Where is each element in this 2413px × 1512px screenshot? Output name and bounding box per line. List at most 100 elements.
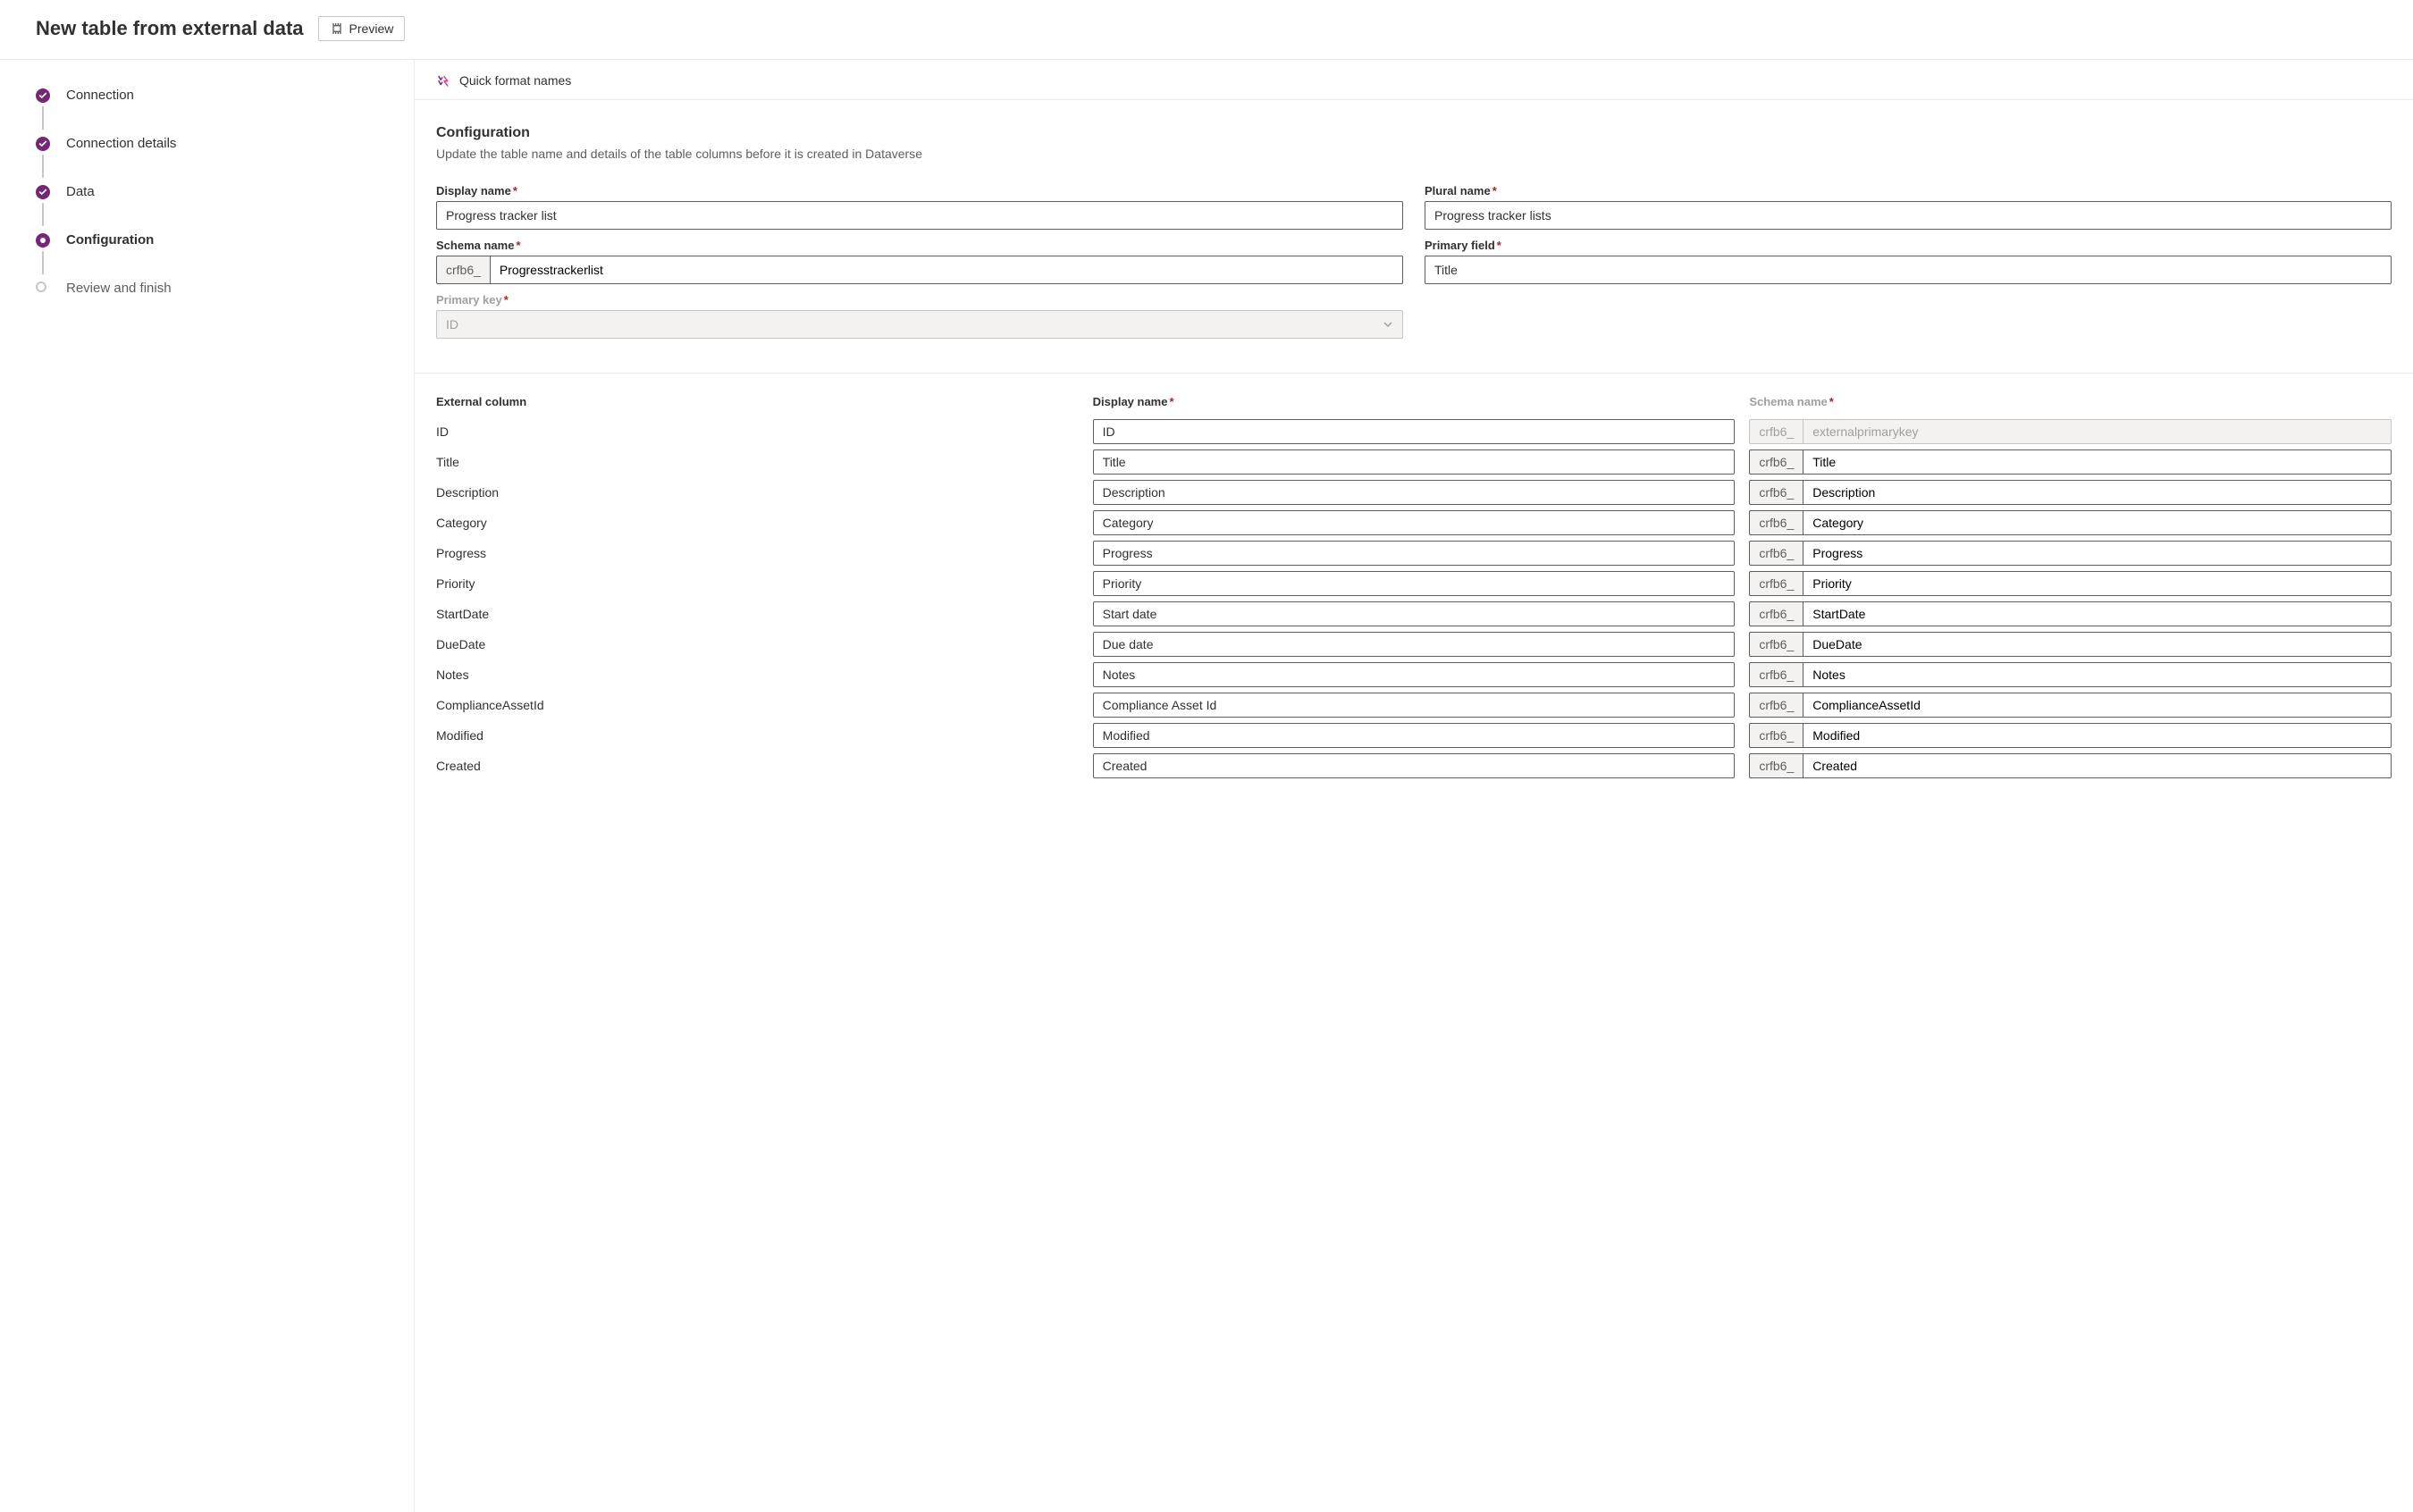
- external-column-name: DueDate: [436, 632, 1079, 657]
- preview-button[interactable]: Preview: [318, 16, 406, 41]
- column-schema-prefix: crfb6_: [1749, 753, 1803, 778]
- external-column-name: Title: [436, 449, 1079, 475]
- step-connection[interactable]: Connection: [36, 87, 414, 135]
- external-column-name: Priority: [436, 571, 1079, 596]
- column-schema-prefixed: crfb6_: [1749, 449, 2392, 475]
- column-schema-name-input[interactable]: [1803, 449, 2392, 475]
- step-check-icon: [36, 185, 50, 199]
- step-label: Review and finish: [66, 280, 172, 298]
- column-schema-name-input[interactable]: [1803, 510, 2392, 535]
- column-display-name-input[interactable]: [1093, 632, 1736, 657]
- column-schema-prefix: crfb6_: [1749, 693, 1803, 718]
- step-label: Data: [66, 183, 95, 201]
- column-schema-prefixed: crfb6_: [1749, 632, 2392, 657]
- column-schema-name-input[interactable]: [1803, 693, 2392, 718]
- schema-prefix: crfb6_: [436, 256, 490, 284]
- display-name-label: Display name*: [436, 184, 1403, 197]
- column-schema-prefix: crfb6_: [1749, 723, 1803, 748]
- column-display-name-input[interactable]: [1093, 693, 1736, 718]
- step-label: Connection: [66, 87, 134, 105]
- column-display-name-input[interactable]: [1093, 480, 1736, 505]
- quick-format-button[interactable]: Quick format names: [436, 72, 571, 88]
- column-display-name-input[interactable]: [1093, 510, 1736, 535]
- column-schema-prefixed: crfb6_: [1749, 571, 2392, 596]
- content-panel: Quick format names Configuration Update …: [415, 60, 2413, 1512]
- step-label: Connection details: [66, 135, 176, 153]
- columns-section: External column Display name* Schema nam…: [415, 374, 2413, 814]
- plural-name-input[interactable]: [1425, 201, 2392, 230]
- column-schema-name-input[interactable]: [1803, 601, 2392, 626]
- primary-field-label: Primary field*: [1425, 239, 2392, 252]
- external-column-name: Category: [436, 510, 1079, 535]
- configuration-subtitle: Update the table name and details of the…: [436, 147, 2392, 161]
- column-display-name-input[interactable]: [1093, 723, 1736, 748]
- column-display-name-input[interactable]: [1093, 601, 1736, 626]
- columns-header-display: Display name*: [1093, 395, 1736, 414]
- column-schema-name-input[interactable]: [1803, 571, 2392, 596]
- preview-icon: [330, 21, 344, 36]
- page-title: New table from external data: [36, 17, 304, 40]
- preview-label: Preview: [349, 21, 394, 36]
- external-column-name: ID: [436, 419, 1079, 444]
- schema-name-field: Schema name* crfb6_: [436, 239, 1403, 284]
- step-data[interactable]: Data: [36, 183, 414, 231]
- external-column-name: StartDate: [436, 601, 1079, 626]
- column-display-name-input[interactable]: [1093, 571, 1736, 596]
- column-schema-prefixed: crfb6_: [1749, 662, 2392, 687]
- step-check-icon: [36, 88, 50, 103]
- toolbar: Quick format names: [415, 60, 2413, 100]
- column-display-name-input[interactable]: [1093, 753, 1736, 778]
- column-schema-prefix: crfb6_: [1749, 419, 1803, 444]
- step-configuration[interactable]: Configuration: [36, 231, 414, 280]
- column-schema-prefixed: crfb6_: [1749, 419, 2392, 444]
- column-display-name-input[interactable]: [1093, 662, 1736, 687]
- primary-field-input[interactable]: [1425, 256, 2392, 284]
- column-display-name-input[interactable]: [1093, 541, 1736, 566]
- column-schema-prefix: crfb6_: [1749, 601, 1803, 626]
- column-schema-prefixed: crfb6_: [1749, 510, 2392, 535]
- step-active-icon: [36, 233, 50, 248]
- configuration-section: Configuration Update the table name and …: [415, 100, 2413, 373]
- column-schema-name-input: [1803, 419, 2392, 444]
- step-connector: [42, 203, 44, 226]
- display-name-input[interactable]: [436, 201, 1403, 230]
- external-column-name: Progress: [436, 541, 1079, 566]
- quick-format-icon: [436, 72, 452, 88]
- step-label: Configuration: [66, 231, 154, 249]
- external-column-name: Created: [436, 753, 1079, 778]
- column-schema-prefixed: crfb6_: [1749, 541, 2392, 566]
- column-schema-prefixed: crfb6_: [1749, 723, 2392, 748]
- external-column-name: ComplianceAssetId: [436, 693, 1079, 718]
- column-schema-prefix: crfb6_: [1749, 662, 1803, 687]
- column-schema-name-input[interactable]: [1803, 541, 2392, 566]
- chevron-down-icon: [1383, 319, 1393, 330]
- step-connector: [42, 106, 44, 130]
- step-connection-details[interactable]: Connection details: [36, 135, 414, 183]
- column-schema-prefixed: crfb6_: [1749, 601, 2392, 626]
- step-connector: [42, 251, 44, 274]
- primary-key-field: Primary key* ID: [436, 293, 1403, 339]
- column-schema-prefix: crfb6_: [1749, 480, 1803, 505]
- column-schema-name-input[interactable]: [1803, 480, 2392, 505]
- step-check-icon: [36, 137, 50, 151]
- column-schema-prefixed: crfb6_: [1749, 480, 2392, 505]
- primary-field-field: Primary field*: [1425, 239, 2392, 284]
- step-review-and-finish[interactable]: Review and finish: [36, 280, 414, 328]
- column-schema-prefix: crfb6_: [1749, 510, 1803, 535]
- column-schema-prefix: crfb6_: [1749, 571, 1803, 596]
- external-column-name: Modified: [436, 723, 1079, 748]
- column-schema-name-input[interactable]: [1803, 753, 2392, 778]
- step-connector: [42, 155, 44, 178]
- column-schema-name-input[interactable]: [1803, 723, 2392, 748]
- column-schema-name-input[interactable]: [1803, 662, 2392, 687]
- schema-name-prefixed: crfb6_: [436, 256, 1403, 284]
- column-display-name-input[interactable]: [1093, 449, 1736, 475]
- column-schema-prefixed: crfb6_: [1749, 753, 2392, 778]
- schema-name-label: Schema name*: [436, 239, 1403, 252]
- column-schema-name-input[interactable]: [1803, 632, 2392, 657]
- external-column-name: Notes: [436, 662, 1079, 687]
- primary-key-label: Primary key*: [436, 293, 1403, 307]
- schema-name-input[interactable]: [490, 256, 1403, 284]
- columns-header-external: External column: [436, 395, 1079, 414]
- column-display-name-input[interactable]: [1093, 419, 1736, 444]
